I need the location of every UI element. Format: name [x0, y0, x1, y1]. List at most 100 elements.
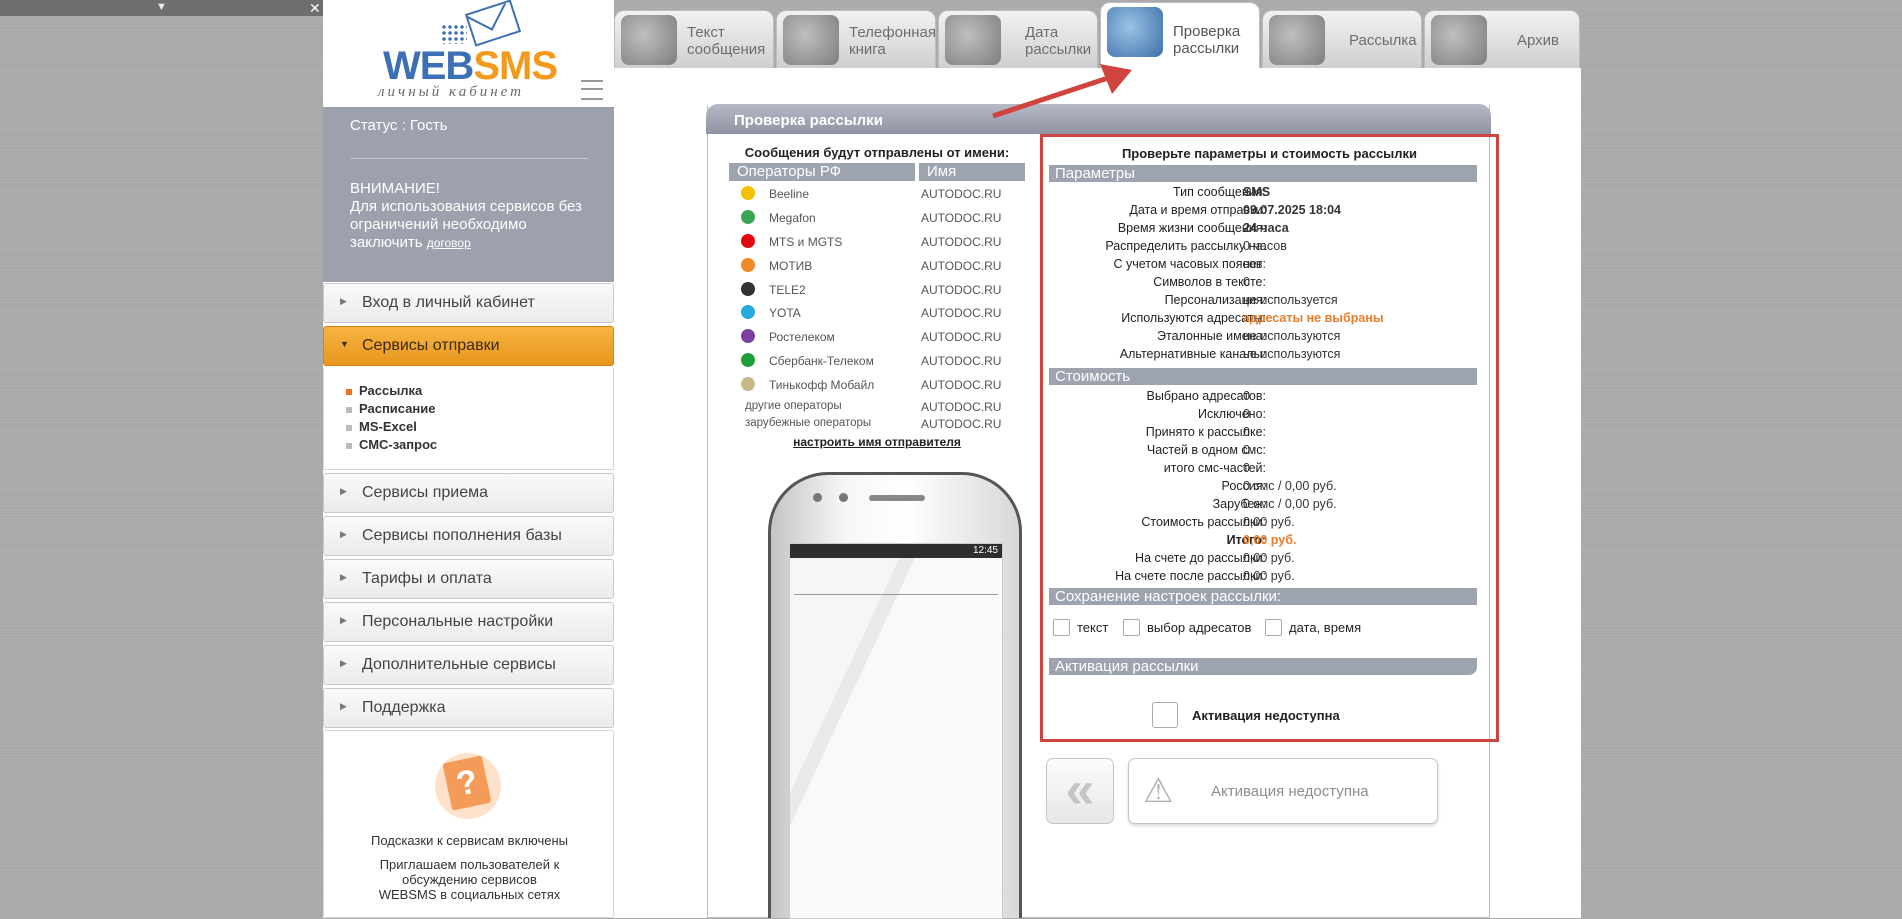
tab-label: Архив	[1517, 32, 1560, 49]
phonebook-icon	[783, 15, 839, 65]
operator-logo-icon	[741, 186, 755, 200]
cost-row: На счете после рассылки: 0,00 руб.	[1043, 567, 1496, 585]
divider	[350, 158, 588, 159]
senders-caption: Сообщения будут отправлены от имени:	[744, 145, 1010, 160]
operator-row: MTS и MGTS AUTODOC.RU	[729, 233, 1025, 251]
operator-logo-icon	[741, 234, 755, 248]
sidebar: WEBSMS личный кабинет Статус : Гость ВНИ…	[323, 0, 614, 918]
checkbox-box[interactable]	[1265, 619, 1282, 636]
operator-logo-icon	[741, 258, 755, 272]
chevron-right-icon: ▶	[340, 529, 347, 539]
operator-name: TELE2	[769, 283, 806, 297]
sidebar-item-receive-services[interactable]: ▶ Сервисы приема	[323, 473, 614, 513]
param-value: 24 часа	[1243, 221, 1289, 235]
sidebar-item-label: Тарифы и оплата	[362, 570, 492, 587]
operator-name: Megafon	[769, 211, 816, 225]
tab-label: Телефонная книга	[849, 24, 936, 58]
sidebar-item-login[interactable]: ▶ Вход в личный кабинет	[323, 283, 614, 323]
operator-name: MTS и MGTS	[769, 235, 843, 249]
sidebar-item-label: Сервисы пополнения базы	[362, 527, 562, 544]
sidebar-item-send-services[interactable]: ▼ Сервисы отправки	[323, 326, 614, 366]
chevron-right-icon: ▶	[340, 486, 347, 496]
operator-row: зарубежные операторы AUTODOC.RU	[729, 415, 1025, 433]
param-row: Время жизни сообщения: 24 часа	[1043, 219, 1496, 237]
tab-check-mailing[interactable]: Проверка рассылки	[1100, 2, 1260, 68]
operator-sender-name: AUTODOC.RU	[921, 354, 1002, 368]
checkbox-label: выбор адресатов	[1147, 620, 1252, 635]
sidebar-item-tariffs[interactable]: ▶ Тарифы и оплата	[323, 559, 614, 599]
param-row: Используются адресаты: адресаты не выбран…	[1043, 309, 1496, 327]
param-row: Дата и время отправки: 09.07.2025 18:04	[1043, 201, 1496, 219]
cost-value: 0,00 руб.	[1243, 569, 1295, 583]
checkbox-box[interactable]	[1152, 702, 1178, 728]
cost-row: Принято к рассылке: 0	[1043, 423, 1496, 441]
section-cost: Стоимость	[1049, 368, 1477, 385]
sidebar-item-additional-services[interactable]: ▶ Дополнительные сервисы	[323, 645, 614, 685]
operator-sender-name: AUTODOC.RU	[921, 211, 1002, 225]
speaker-icon	[869, 495, 925, 501]
tab-phonebook[interactable]: Телефонная книга	[776, 10, 936, 68]
cost-value: 0	[1243, 389, 1250, 403]
tab-mailing-date[interactable]: Дата рассылки	[938, 10, 1098, 68]
sidebar-item-base-services[interactable]: ▶ Сервисы пополнения базы	[323, 516, 614, 556]
tab-message-text[interactable]: Текст сообщения	[614, 10, 774, 68]
param-value: 0	[1243, 275, 1250, 289]
operator-sender-name: AUTODOC.RU	[921, 259, 1002, 273]
bullet-icon	[346, 388, 352, 395]
help-title: Подсказки к сервисам включены	[371, 833, 568, 848]
param-value: 0 часов	[1243, 239, 1287, 253]
contract-link[interactable]: договор	[427, 236, 471, 250]
configure-sender-link[interactable]: настроить имя отправителя	[729, 435, 1025, 449]
operator-row: YOTA AUTODOC.RU	[729, 304, 1025, 322]
submenu-item-label: Расписание	[359, 401, 436, 416]
checkbox-box[interactable]	[1053, 619, 1070, 636]
cost-key: Исключено:	[1197, 407, 1266, 421]
activate-button[interactable]: ⚠ Активация недоступна	[1128, 758, 1438, 824]
sidebar-item-personal-settings[interactable]: ▶ Персональные настройки	[323, 602, 614, 642]
phone-time: 12:45	[972, 545, 998, 556]
cost-row: Выбрано адресатов: 0	[1043, 387, 1496, 405]
checkbox-box[interactable]	[1123, 619, 1140, 636]
warning-title: ВНИМАНИЕ!	[350, 180, 440, 197]
top-toolbar: ▼ ✕	[0, 0, 327, 16]
tab-label: Текст сообщения	[687, 24, 766, 58]
cost-value: 0,00 руб.	[1243, 551, 1295, 565]
tab-label: Проверка рассылки	[1173, 23, 1241, 57]
sidebar-item-label: Сервисы приема	[362, 484, 489, 501]
param-value: адресаты не выбраны	[1243, 311, 1384, 325]
tab-label: Рассылка	[1349, 32, 1417, 49]
cost-key: итого смс-частей:	[1163, 461, 1266, 475]
param-row: Тип сообщения: SMS	[1043, 183, 1496, 201]
checkbox-label: дата, время	[1289, 620, 1362, 635]
operator-logo-icon	[741, 210, 755, 224]
cost-row: Частей в одном смс: 0	[1043, 441, 1496, 459]
sidebar-item-label: Вход в личный кабинет	[362, 294, 535, 311]
cost-row: Исключено: 0	[1043, 405, 1496, 423]
logo[interactable]: WEBSMS личный кабинет	[323, 0, 614, 107]
chevron-right-icon: ▶	[340, 615, 347, 625]
back-button[interactable]: «	[1046, 758, 1114, 824]
tab-archive[interactable]: Архив	[1424, 10, 1580, 68]
operator-row: Ростелеком AUTODOC.RU	[729, 328, 1025, 346]
operator-row: Beeline AUTODOC.RU	[729, 185, 1025, 203]
section-save-settings: Сохранение настроек рассылки:	[1049, 588, 1477, 605]
operator-logo-icon	[741, 282, 755, 296]
close-icon[interactable]: ✕	[309, 0, 321, 16]
bullet-icon	[346, 442, 352, 449]
operator-name: МОТИВ	[769, 259, 813, 273]
dropdown-arrow-icon[interactable]: ▼	[156, 1, 167, 13]
operator-logo-icon	[741, 305, 755, 319]
bullet-icon	[346, 406, 352, 413]
submenu-item-sms-request[interactable]: СМС-запрос	[346, 437, 437, 452]
hamburger-menu-icon[interactable]	[581, 80, 603, 100]
cost-value: 0	[1243, 461, 1250, 475]
help-book-icon[interactable]: ?	[435, 753, 501, 819]
help-panel: ? Подсказки к сервисам включены Приглаша…	[323, 730, 614, 918]
cost-value: 0	[1243, 407, 1250, 421]
sidebar-item-support[interactable]: ▶ Поддержка	[323, 688, 614, 728]
tab-mailing[interactable]: Рассылка	[1262, 10, 1422, 68]
submenu-item-excel[interactable]: MS-Excel	[346, 419, 417, 434]
submenu-item-mailing[interactable]: Рассылка	[346, 383, 422, 398]
operator-sender-name: AUTODOC.RU	[921, 235, 1002, 249]
submenu-item-schedule[interactable]: Расписание	[346, 401, 436, 416]
